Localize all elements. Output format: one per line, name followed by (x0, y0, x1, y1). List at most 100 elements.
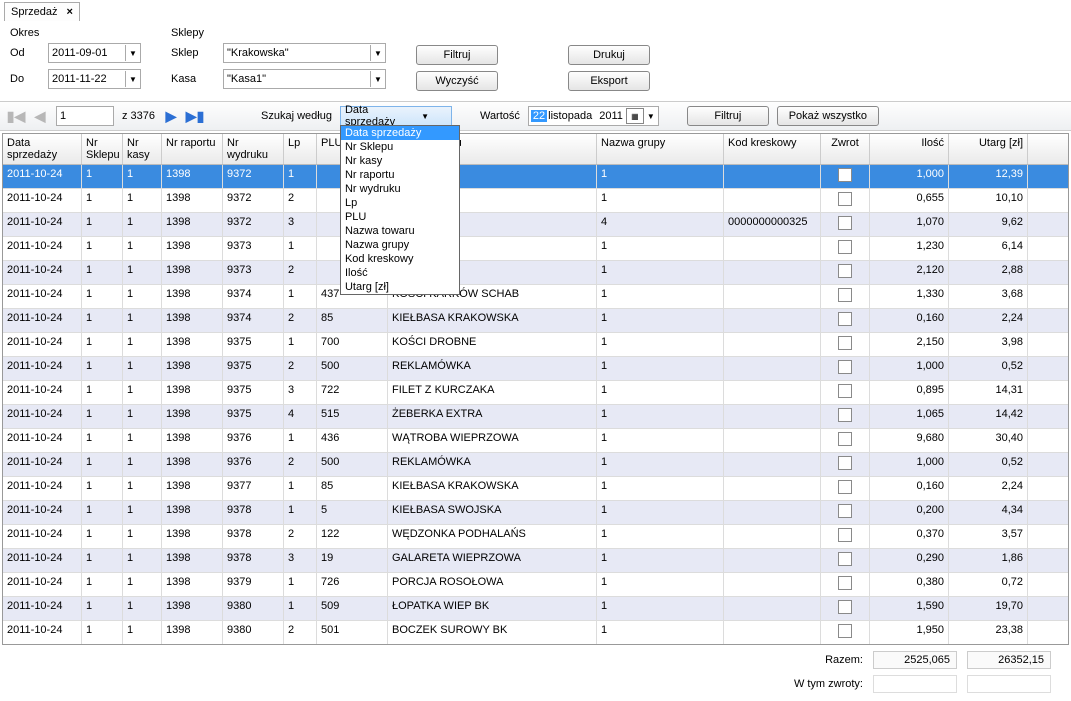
column-header[interactable]: Kod kreskowy (724, 134, 821, 164)
column-header[interactable]: Nr wydruku (223, 134, 284, 164)
dropdown-list[interactable]: Data sprzedażyNr SklepuNr kasyNr raportu… (340, 125, 460, 295)
last-page-icon[interactable]: ▶▮ (187, 108, 203, 124)
table-row[interactable]: 2011-10-2411139893741437KOŚCI KARKÓW SCH… (3, 285, 1068, 309)
sklep-combo[interactable]: ▼ (223, 43, 386, 63)
dropdown-option[interactable]: Nr raportu (341, 168, 459, 182)
column-header[interactable]: Nr raportu (162, 134, 223, 164)
column-header[interactable]: Zwrot (821, 134, 870, 164)
prev-page-icon[interactable]: ◀ (32, 108, 48, 124)
dropdown-option[interactable]: Nr wydruku (341, 182, 459, 196)
column-header[interactable]: Nr kasy (123, 134, 162, 164)
table-row[interactable]: 2011-10-2411139893753722FILET Z KURCZAKA… (3, 381, 1068, 405)
toolbar-filtruj-button[interactable]: Filtruj (687, 106, 769, 126)
chevron-down-icon[interactable]: ▼ (399, 112, 451, 121)
zwrot-checkbox[interactable] (838, 216, 852, 230)
filter-buttons-2: Drukuj Eksport (568, 45, 650, 97)
next-page-icon[interactable]: ▶ (163, 108, 179, 124)
dropdown-option[interactable]: Nazwa towaru (341, 224, 459, 238)
zwrot-checkbox[interactable] (838, 288, 852, 302)
zwrot-checkbox[interactable] (838, 192, 852, 206)
column-header[interactable]: Utarg [zł] (949, 134, 1028, 164)
chevron-down-icon[interactable]: ▼ (125, 71, 140, 87)
cell: 1 (82, 285, 123, 308)
table-row[interactable]: 2011-10-2411139893801509ŁOPATKA WIEP BK1… (3, 597, 1068, 621)
cell: 2011-10-24 (3, 405, 82, 428)
zwrot-checkbox[interactable] (838, 384, 852, 398)
table-row[interactable]: 2011-10-2411139893752500REKLAMÓWKA11,000… (3, 357, 1068, 381)
zwrot-checkbox[interactable] (838, 528, 852, 542)
dropdown-option[interactable]: Data sprzedaży (341, 126, 459, 140)
zwrot-checkbox[interactable] (838, 408, 852, 422)
filtruj-button[interactable]: Filtruj (416, 45, 498, 65)
zwrot-checkbox[interactable] (838, 480, 852, 494)
zwrot-checkbox[interactable] (838, 576, 852, 590)
kasa-combo[interactable]: ▼ (223, 69, 386, 89)
wartosc-date-input[interactable]: 22 listopada 2011 ▦ ▼ (528, 106, 659, 126)
table-row[interactable]: 2011-10-2411139893722OM. PIEC10,65510,10 (3, 189, 1068, 213)
wyczysc-button[interactable]: Wyczyść (416, 71, 498, 91)
search-field-dropdown[interactable]: Data sprzedaży▼ Data sprzedażyNr SklepuN… (340, 106, 452, 126)
cell: 1 (82, 213, 123, 236)
chevron-down-icon[interactable]: ▼ (370, 45, 385, 61)
tab-sprzedaz[interactable]: Sprzedaż × (4, 2, 80, 21)
table-row[interactable]: 2011-10-2411139893754515ŻEBERKA EXTRA11,… (3, 405, 1068, 429)
zwrot-checkbox[interactable] (838, 624, 852, 638)
chevron-down-icon[interactable]: ▼ (125, 45, 140, 61)
first-page-icon[interactable]: ▮◀ (8, 108, 24, 124)
table-row[interactable]: 2011-10-24111398937815KIEŁBASA SWOJSKA10… (3, 501, 1068, 525)
zwrot-checkbox[interactable] (838, 600, 852, 614)
pokaz-wszystko-button[interactable]: Pokaż wszystko (777, 106, 879, 126)
drukuj-button[interactable]: Drukuj (568, 45, 650, 65)
table-row[interactable]: 2011-10-241113989372111,00012,39 (3, 165, 1068, 189)
table-row[interactable]: 2011-10-2411139893751700KOŚCI DROBNE12,1… (3, 333, 1068, 357)
column-header[interactable]: Lp (284, 134, 317, 164)
table-row[interactable]: 2011-10-241113989374285KIEŁBASA KRAKOWSK… (3, 309, 1068, 333)
column-header[interactable]: Data sprzedaży (3, 134, 82, 164)
zwrot-checkbox[interactable] (838, 168, 852, 182)
toolbar: ▮◀ ◀ z 3376 ▶ ▶▮ Szukaj według Data sprz… (0, 101, 1071, 131)
table-row[interactable]: 2011-10-241113989377185KIEŁBASA KRAKOWSK… (3, 477, 1068, 501)
dropdown-option[interactable]: Nr kasy (341, 154, 459, 168)
table-row[interactable]: 2011-10-241113989378319GALARETA WIEPRZOW… (3, 549, 1068, 573)
dropdown-option[interactable]: Utarg [zł] (341, 280, 459, 294)
od-date-input[interactable]: ▼ (48, 43, 141, 63)
sklepy-label: Sklepy (171, 27, 386, 39)
chevron-down-icon[interactable]: ▼ (646, 112, 656, 121)
zwrot-checkbox[interactable] (838, 240, 852, 254)
zwrot-checkbox[interactable] (838, 456, 852, 470)
zwrot-checkbox[interactable] (838, 432, 852, 446)
table-row[interactable]: 2011-10-2411139893761436WĄTROBA WIEPRZOW… (3, 429, 1068, 453)
table-row[interactable]: 2011-10-2411139893731YLNA11,2306,14 (3, 237, 1068, 261)
dropdown-option[interactable]: Lp (341, 196, 459, 210)
grid-body[interactable]: 2011-10-241113989372111,00012,392011-10-… (3, 165, 1068, 644)
column-header[interactable]: Nr Sklepu (82, 134, 123, 164)
do-date-input[interactable]: ▼ (48, 69, 141, 89)
table-row[interactable]: 2011-10-2411139893802501BOCZEK SUROWY BK… (3, 621, 1068, 644)
cell (821, 573, 870, 596)
zwrot-checkbox[interactable] (838, 336, 852, 350)
dropdown-option[interactable]: Kod kreskowy (341, 252, 459, 266)
cell: 1 (284, 477, 317, 500)
chevron-down-icon[interactable]: ▼ (370, 71, 385, 87)
column-header[interactable]: Nazwa grupy (597, 134, 724, 164)
zwrot-checkbox[interactable] (838, 360, 852, 374)
zwrot-checkbox[interactable] (838, 504, 852, 518)
eksport-button[interactable]: Eksport (568, 71, 650, 91)
close-icon[interactable]: × (67, 6, 73, 18)
zwrot-checkbox[interactable] (838, 312, 852, 326)
table-row[interactable]: 2011-10-2411139893732ZOWE12,1202,88 (3, 261, 1068, 285)
zwrot-checkbox[interactable] (838, 552, 852, 566)
cell: 1398 (162, 621, 223, 644)
dropdown-option[interactable]: Ilość (341, 266, 459, 280)
calendar-icon[interactable]: ▦ (626, 108, 644, 124)
dropdown-option[interactable]: Nazwa grupy (341, 238, 459, 252)
table-row[interactable]: 2011-10-2411139893791726PORCJA ROSOŁOWA1… (3, 573, 1068, 597)
dropdown-option[interactable]: PLU (341, 210, 459, 224)
column-header[interactable]: Ilość (870, 134, 949, 164)
dropdown-option[interactable]: Nr Sklepu (341, 140, 459, 154)
zwrot-checkbox[interactable] (838, 264, 852, 278)
page-input[interactable] (56, 106, 114, 126)
table-row[interactable]: 2011-10-2411139893762500REKLAMÓWKA11,000… (3, 453, 1068, 477)
table-row[interactable]: 2011-10-2411139893723AJNA400000000003251… (3, 213, 1068, 237)
table-row[interactable]: 2011-10-2411139893782122WĘDZONKA PODHALA… (3, 525, 1068, 549)
